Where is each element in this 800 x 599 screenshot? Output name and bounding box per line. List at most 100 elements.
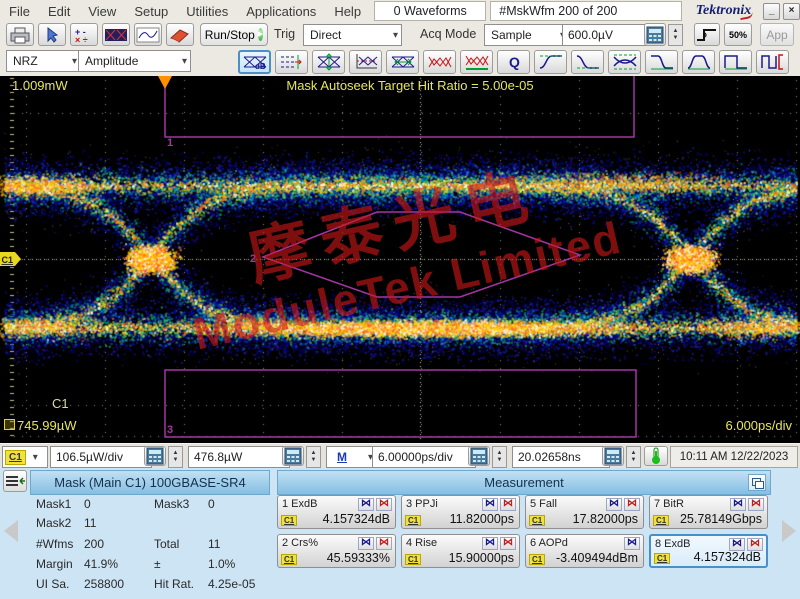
- fall-edge-button[interactable]: [645, 50, 678, 74]
- measurement-tile-3[interactable]: 3 PPJi C1 11.82000ps: [401, 495, 520, 529]
- mask-hits-icon[interactable]: [376, 537, 392, 550]
- mask-hits-icon[interactable]: [376, 498, 392, 511]
- eye-height-button[interactable]: [312, 50, 345, 74]
- rise-edge-button[interactable]: [682, 50, 715, 74]
- trigger-level-keypad-button[interactable]: [644, 23, 666, 46]
- calc-small-icon: [466, 447, 492, 465]
- delay-field[interactable]: 20.02658ns: [512, 446, 610, 468]
- acq-mode-value: Sample: [491, 28, 532, 42]
- print-button[interactable]: [6, 23, 34, 46]
- eye-db-button[interactable]: dB: [238, 50, 271, 74]
- eye-window-button[interactable]: [608, 50, 641, 74]
- delay-stepper[interactable]: ▲ ▼: [626, 446, 641, 468]
- vertical-scale-field[interactable]: 106.5µW/div: [50, 446, 152, 468]
- measurement-label: 7 BitR: [654, 498, 684, 510]
- measurement-tile-7[interactable]: 7 BitR C1 25.78149Gbps: [649, 495, 768, 529]
- waveform-database-button[interactable]: [134, 23, 162, 46]
- trigger-source-dropdown[interactable]: Direct: [303, 24, 402, 46]
- eye-diagram-icon[interactable]: [358, 498, 374, 511]
- scroll-right-arrow[interactable]: [782, 520, 796, 542]
- mask-hits-icon[interactable]: [500, 537, 516, 550]
- eye-diagram-icon[interactable]: [358, 537, 374, 550]
- mask-overlay: 1 2 3 C1: [0, 76, 637, 438]
- menu-file[interactable]: File: [0, 4, 39, 19]
- horizontal-scale-keypad-button[interactable]: [468, 446, 490, 466]
- trigger-edge-button[interactable]: [694, 23, 720, 46]
- measurement-value: 17.82000ps: [572, 512, 638, 526]
- set-to-50-button[interactable]: 50%: [724, 23, 752, 46]
- rise-edge-icon: [686, 53, 712, 71]
- scroll-left-arrow[interactable]: [4, 520, 18, 542]
- menu-utilities[interactable]: Utilities: [177, 4, 237, 19]
- horizontal-scale-stepper[interactable]: ▲ ▼: [492, 446, 507, 468]
- jitter-pp-button[interactable]: [423, 50, 456, 74]
- eye-diagram-icon[interactable]: [624, 537, 640, 550]
- channel-marker[interactable]: C1: [0, 252, 21, 266]
- delay-value: 20.02658ns: [518, 450, 581, 464]
- vertical-offset-stepper[interactable]: ▲ ▼: [306, 446, 321, 468]
- rise-time-button[interactable]: [534, 50, 567, 74]
- vertical-offset-keypad-button[interactable]: [282, 446, 304, 466]
- measurement-label: 1 ExdB: [282, 498, 318, 510]
- measurement-tile-2[interactable]: 2 Crs% C1 45.59333%: [277, 534, 396, 568]
- popout-window-icon[interactable]: [748, 474, 766, 491]
- eye-diagram-icon[interactable]: [482, 498, 498, 511]
- signal-type-dropdown[interactable]: NRZ: [6, 50, 81, 72]
- eye-width-button[interactable]: [386, 50, 419, 74]
- crossing-level-button[interactable]: [349, 50, 382, 74]
- measurement-label: 2 Crs%: [282, 537, 319, 549]
- temperature-button[interactable]: [644, 446, 668, 466]
- touch-pointer-button[interactable]: [38, 23, 66, 46]
- menu-view[interactable]: View: [79, 4, 125, 19]
- measurement-label: 4 Rise: [406, 537, 438, 549]
- svg-text:C1: C1: [2, 255, 14, 265]
- delay-keypad-button[interactable]: [602, 446, 624, 466]
- menu-setup[interactable]: Setup: [125, 4, 177, 19]
- menu-help[interactable]: Help: [325, 4, 370, 19]
- close-button[interactable]: ×: [783, 2, 800, 20]
- trigger-marker-icon[interactable]: [158, 76, 172, 89]
- panel-menu-button[interactable]: [3, 470, 27, 492]
- measurement-tile-1[interactable]: 1 ExdB C1 4.157324dB: [277, 495, 396, 529]
- app-button[interactable]: App: [760, 23, 794, 46]
- eye-diagram-icon[interactable]: [482, 537, 498, 550]
- measurement-panel-header[interactable]: Measurement: [277, 470, 771, 495]
- eye-diagram-icon[interactable]: [606, 498, 622, 511]
- trigger-level-stepper[interactable]: ▲ ▼: [668, 24, 683, 46]
- jitter-rms-button[interactable]: [460, 50, 493, 74]
- fall-time-button[interactable]: [571, 50, 604, 74]
- pulse-width-button[interactable]: [719, 50, 752, 74]
- mask-hits-icon[interactable]: [748, 498, 764, 511]
- measurement-tile-6[interactable]: 6 AOPd C1 -3.409494dBm: [525, 534, 644, 568]
- acq-mode-dropdown[interactable]: Sample: [484, 24, 569, 46]
- measurement-tile-4[interactable]: 4 Rise C1 15.90000ps: [401, 534, 520, 568]
- vertical-scale-keypad-button[interactable]: [144, 446, 166, 466]
- q-factor-button[interactable]: Q: [497, 50, 530, 74]
- vertical-offset-field[interactable]: 476.8µW: [188, 446, 290, 468]
- trigger-source-value: Direct: [310, 28, 342, 42]
- app-label: App: [766, 27, 788, 42]
- mask-hits-icon[interactable]: [624, 498, 640, 511]
- mask-hits-icon[interactable]: [500, 498, 516, 511]
- measurement-tile-5[interactable]: 5 Fall C1 17.82000ps: [525, 495, 644, 529]
- clear-data-button[interactable]: [166, 23, 194, 46]
- horizontal-scale-field[interactable]: 6.00000ps/div: [372, 446, 476, 468]
- measurement-tile-8[interactable]: 8 ExdB C1 4.157324dB: [649, 534, 768, 568]
- measurement-value: 4.157324dB: [322, 512, 390, 526]
- menu-applications[interactable]: Applications: [237, 4, 325, 19]
- calc-small-icon: [642, 26, 668, 44]
- extinction-level-button[interactable]: [275, 50, 308, 74]
- mask-panel-header[interactable]: Mask (Main C1) 100GBASE-SR4: [30, 470, 270, 495]
- mask-test-button[interactable]: [102, 23, 130, 46]
- eye-diagram-icon[interactable]: [730, 498, 746, 511]
- nrz-frame-button[interactable]: [756, 50, 789, 74]
- vertical-scale-stepper[interactable]: ▲ ▼: [168, 446, 183, 468]
- measure-category-dropdown[interactable]: Amplitude: [78, 50, 191, 72]
- run-stop-button[interactable]: Run/Stop ▶: [200, 23, 268, 46]
- trigger-level-field[interactable]: 600.0µV: [562, 24, 648, 46]
- menu-edit[interactable]: Edit: [39, 4, 79, 19]
- channel-select-dropdown[interactable]: C1: [2, 446, 48, 468]
- math-button[interactable]: + - × ÷: [70, 23, 98, 46]
- minimize-button[interactable]: _: [763, 2, 781, 20]
- timebase-mode-dropdown[interactable]: M: [326, 446, 377, 468]
